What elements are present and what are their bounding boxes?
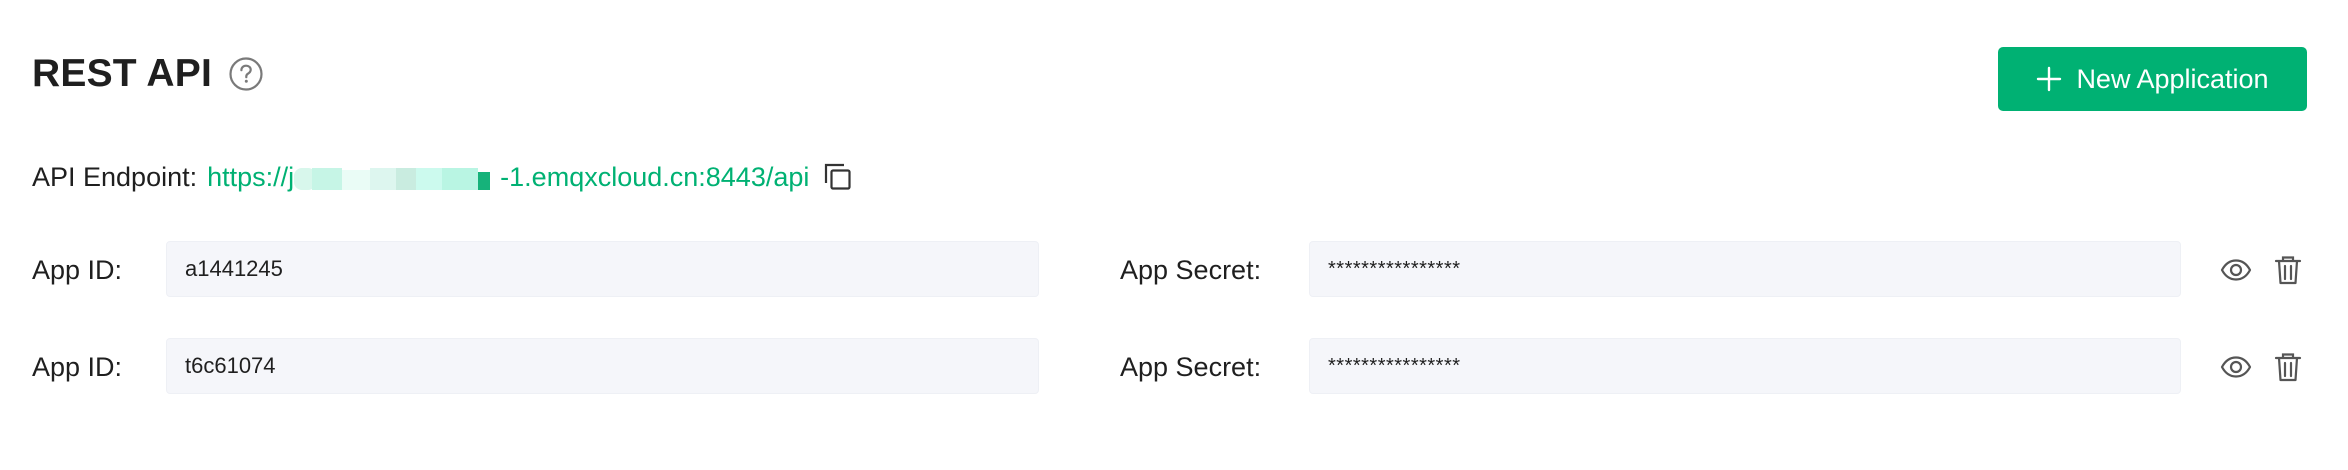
- app-id-field[interactable]: a1441245: [166, 241, 1039, 297]
- plus-icon: [2036, 66, 2062, 92]
- credential-row: App ID: t6c61074 App Secret: ***********…: [0, 338, 2348, 396]
- app-id-label: App ID:: [32, 255, 123, 285]
- new-application-button[interactable]: New Application: [1998, 47, 2307, 111]
- app-id-field[interactable]: t6c61074: [166, 338, 1039, 394]
- copy-icon[interactable]: [823, 162, 853, 192]
- redacted-segment: [294, 166, 500, 190]
- endpoint-row: API Endpoint: https://j -1.emqxcloud.cn:…: [32, 158, 853, 196]
- title-row: REST API: [32, 52, 264, 96]
- endpoint-url[interactable]: https://j -1.emqxcloud.cn:8443/api: [207, 162, 809, 193]
- new-application-label: New Application: [2076, 63, 2269, 94]
- question-circle-icon[interactable]: [228, 56, 264, 92]
- endpoint-label: API Endpoint:: [32, 161, 198, 192]
- trash-icon[interactable]: [2272, 254, 2304, 286]
- app-secret-label: App Secret:: [1120, 255, 1262, 285]
- app-id-label: App ID:: [32, 352, 123, 382]
- eye-icon[interactable]: [2220, 254, 2252, 286]
- trash-icon[interactable]: [2272, 351, 2304, 383]
- app-secret-field[interactable]: ****************: [1309, 241, 2181, 297]
- credential-row: App ID: a1441245 App Secret: ***********…: [0, 241, 2348, 299]
- app-secret-field[interactable]: ****************: [1309, 338, 2181, 394]
- endpoint-url-prefix: https://j: [207, 161, 295, 192]
- app-secret-label: App Secret:: [1120, 352, 1262, 382]
- endpoint-url-suffix: -1.emqxcloud.cn:8443/api: [500, 161, 810, 192]
- page-title: REST API: [32, 52, 213, 95]
- eye-icon[interactable]: [2220, 351, 2252, 383]
- rest-api-page: REST API New Application API Endpoint: h…: [0, 0, 2348, 470]
